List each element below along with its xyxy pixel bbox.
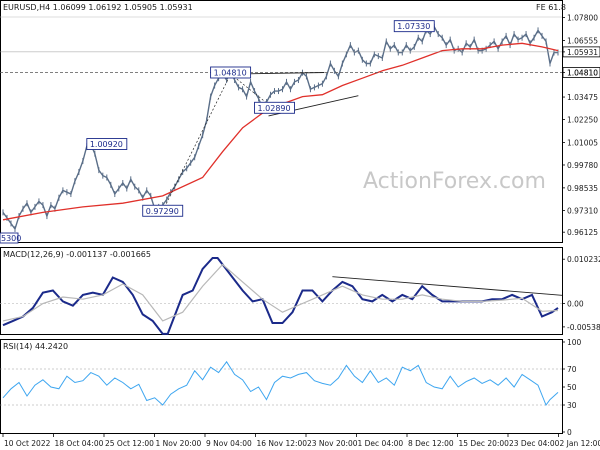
x-tick-8: 8 Dec 12:00 (408, 439, 454, 448)
x-tick-11: 2 Jan 12:00 (560, 439, 600, 448)
x-tick-4: 9 Nov 04:00 (206, 439, 252, 448)
price-y-tick-7: 0.99780 (567, 161, 598, 170)
macd-y-axis: 0.010232 0.00 -0.005389 (562, 255, 600, 332)
macd-y-tick-1: 0.00 (567, 300, 584, 309)
price-label-0: 1.00920 (90, 140, 123, 149)
rsi-y-axis: 100 70 50 30 0 (562, 338, 582, 437)
price-label-1: 0.97290 (146, 207, 179, 216)
price-y-tick-4: 1.03475 (567, 93, 598, 102)
price-label-3: 1.02890 (258, 104, 291, 113)
x-tick-0: 10 Oct 2022 (4, 439, 51, 448)
price-header: EURUSD,H4 1.06099 1.06192 1.05905 1.0593… (3, 3, 193, 12)
x-tick-1: 18 Oct 04:00 (55, 439, 104, 448)
rsi-y-tick-4: 0 (567, 428, 572, 437)
price-y-tick-6: 1.01005 (567, 138, 598, 147)
price-y-tick-0: 1.07800 (567, 14, 598, 23)
x-tick-7: 1 Dec 04:00 (358, 439, 404, 448)
x-tick-10: 23 Dec 04:00 (509, 439, 560, 448)
price-y-axis: 1.07800 1.06555 1.05931 1.04810 1.03475 1.022… (562, 14, 600, 237)
price-y-tick-8: 0.98535 (567, 184, 598, 193)
price-y-tick-10: 0.96125 (567, 228, 598, 237)
price-label-4: 1.07330 (397, 22, 430, 31)
rsi-header: RSI(14) 44.2420 (3, 342, 68, 351)
rsi-y-tick-0: 100 (567, 338, 582, 347)
rsi-panel (0, 339, 563, 434)
fe-label: FE 61.8 (536, 3, 566, 12)
x-tick-3: 1 Nov 20:00 (156, 439, 202, 448)
macd-y-tick-2: -0.005389 (567, 323, 600, 332)
price-y-tick-5: 1.02250 (567, 116, 598, 125)
x-tick-9: 15 Dec 20:00 (459, 439, 510, 448)
price-y-tick-9: 0.97310 (567, 206, 598, 215)
left-edge-label: 5300 (1, 234, 21, 243)
price-label-2: 1.04810 (214, 68, 247, 77)
rsi-y-tick-1: 70 (567, 365, 577, 374)
watermark: ActionForex.com (363, 169, 546, 194)
x-tick-6: 23 Nov 20:00 (307, 439, 358, 448)
price-y-tick-1: 1.06555 (567, 36, 598, 45)
rsi-y-tick-2: 50 (567, 383, 577, 392)
price-y-tick-3: 1.04810 (567, 68, 598, 77)
forex-chart: ActionForex.com EURUSD,H4 1.06099 1.0619… (0, 0, 600, 448)
rsi-y-tick-3: 30 (567, 401, 577, 410)
macd-y-tick-0: 0.010232 (567, 255, 600, 264)
macd-header: MACD(12,26,9) -0.001137 -0.001665 (3, 250, 151, 259)
x-tick-2: 25 Oct 12:00 (105, 439, 154, 448)
macd-panel (0, 247, 563, 335)
price-y-tick-2: 1.05931 (567, 48, 598, 57)
x-tick-5: 16 Nov 12:00 (257, 439, 308, 448)
x-axis: 10 Oct 2022 18 Oct 04:00 25 Oct 12:00 1 Nov… (2, 434, 600, 448)
